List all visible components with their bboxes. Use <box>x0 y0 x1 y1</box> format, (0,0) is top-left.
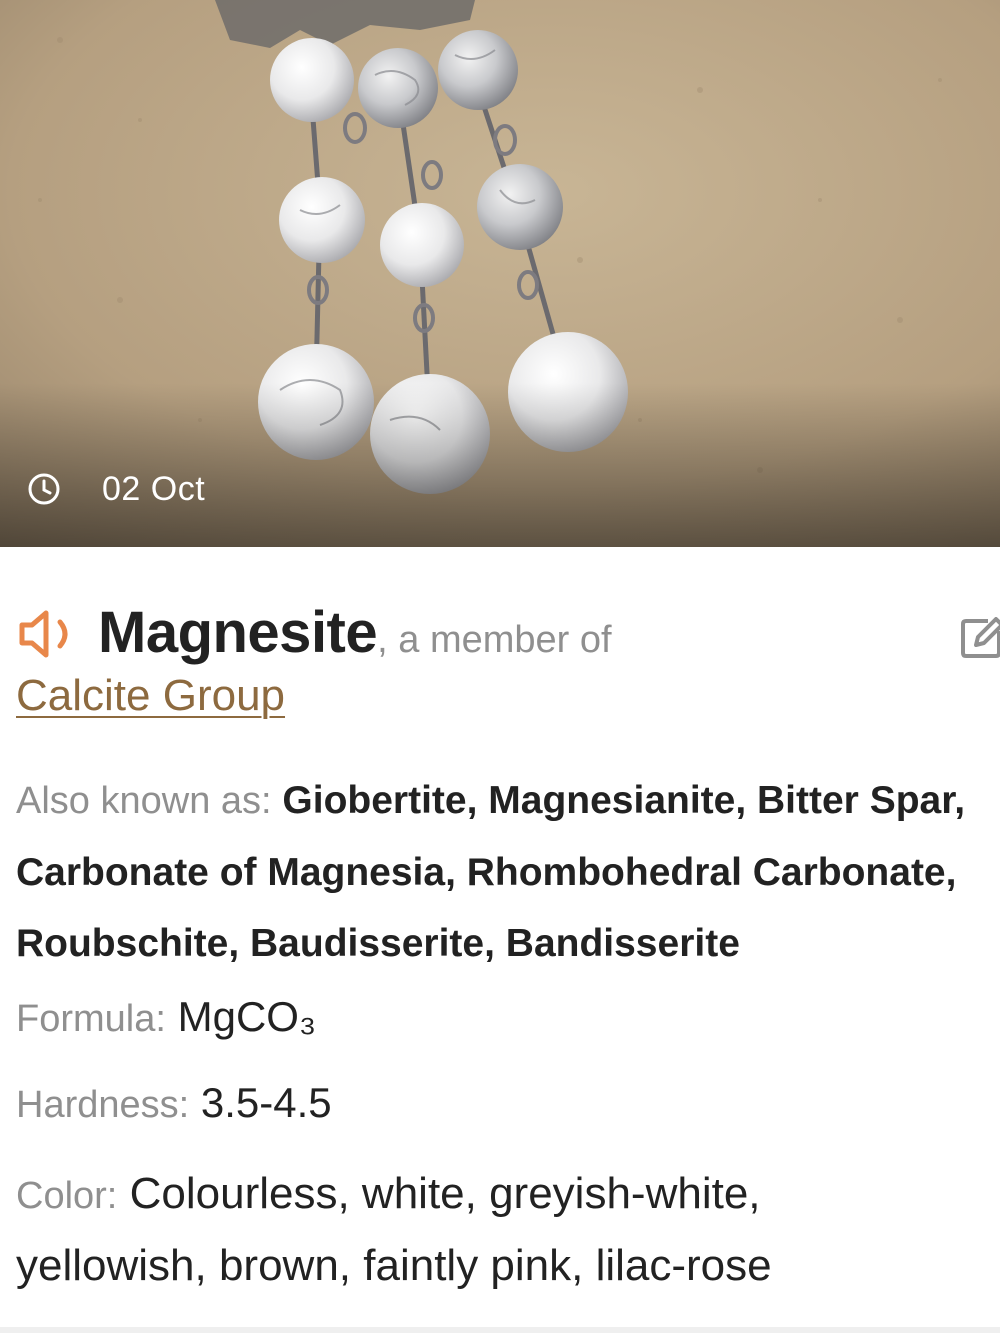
aka-label: Also known as: <box>16 780 272 822</box>
specimen-image <box>0 0 1000 547</box>
also-known-as: Also known as: Giobertite, Magnesianite,… <box>16 765 996 979</box>
photo-date: 02 Oct <box>26 468 205 510</box>
speaker-icon[interactable] <box>16 608 82 660</box>
edit-icon[interactable] <box>960 617 1000 659</box>
divider <box>0 1327 1000 1333</box>
date-label: 02 Oct <box>102 469 206 508</box>
title-row: Magnesite , a member of <box>16 599 612 669</box>
mineral-name: Magnesite <box>98 600 378 665</box>
hardness-value: 3.5-4.5 <box>200 1079 332 1126</box>
formula-value: MgCO₃ <box>177 993 317 1040</box>
hardness: Hardness: 3.5-4.5 <box>16 1077 996 1131</box>
group-link[interactable]: Calcite Group <box>16 671 285 721</box>
color-label: Color: <box>16 1175 118 1217</box>
mineral-info-panel: Magnesite , a member of Calcite Group Al… <box>0 547 1000 1333</box>
specimen-photo[interactable]: 02 Oct <box>0 0 1000 547</box>
color-value: Colourless, white, greyish-white, yellow… <box>16 1169 772 1290</box>
member-of-text: , a member of <box>377 619 612 661</box>
formula: Formula: MgCO₃ <box>16 991 996 1045</box>
formula-label: Formula: <box>16 998 166 1040</box>
clock-icon <box>28 473 60 505</box>
hardness-label: Hardness: <box>16 1084 190 1126</box>
color: Color: Colourless, white, greyish-white,… <box>16 1159 916 1301</box>
